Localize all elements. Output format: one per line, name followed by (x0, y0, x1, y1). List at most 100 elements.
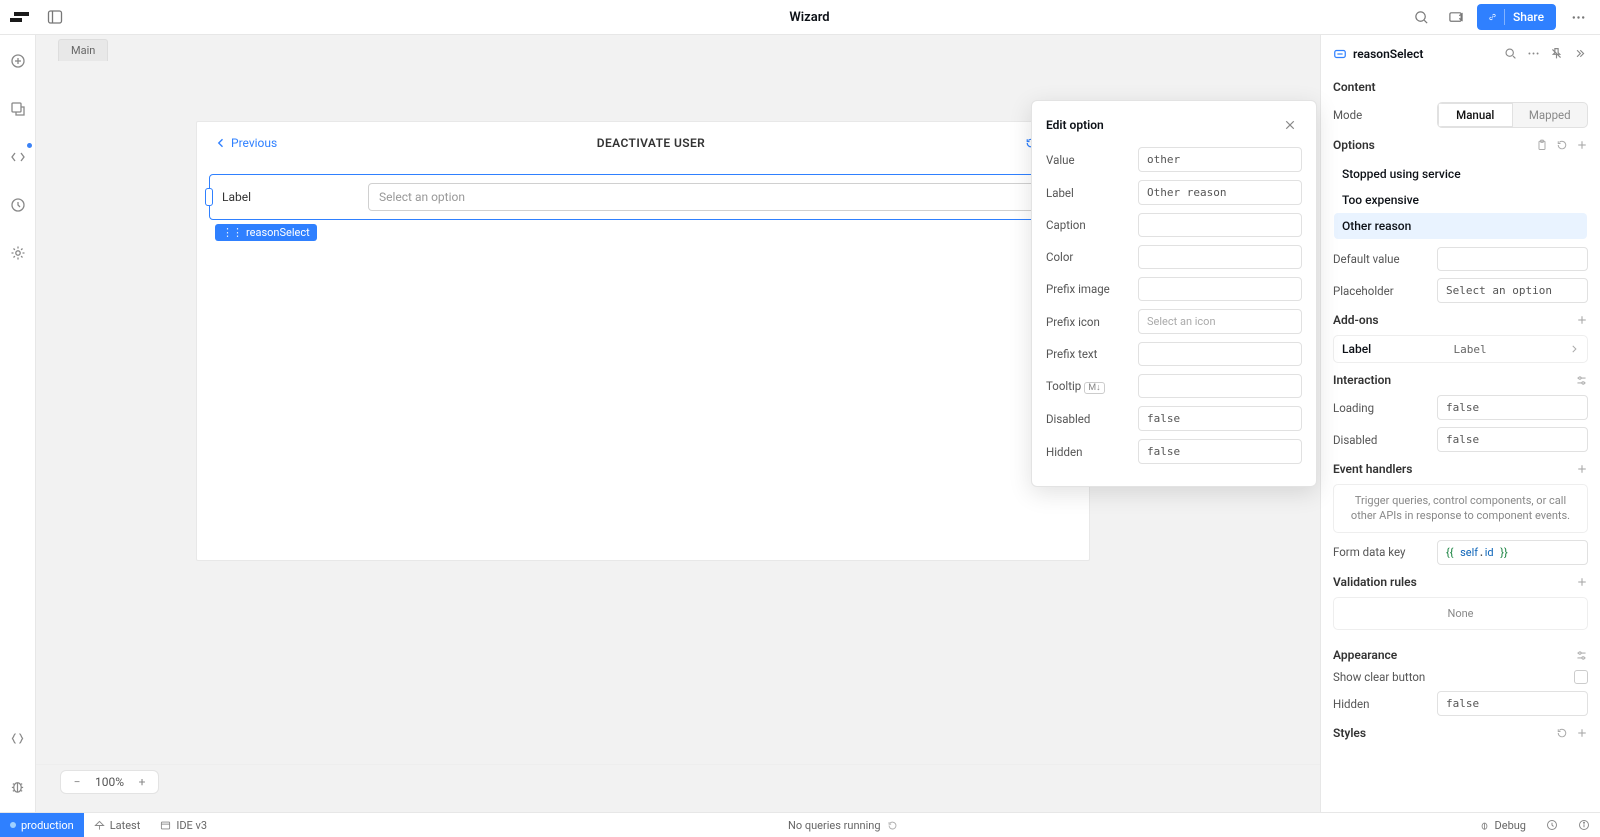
inspector-search-icon[interactable] (1502, 45, 1519, 62)
addon-label-row[interactable]: Label Label (1333, 335, 1588, 363)
status-clock-icon[interactable] (1536, 813, 1568, 837)
ide-version[interactable]: IDE v3 (150, 813, 217, 837)
add-handler-icon[interactable] (1576, 463, 1588, 475)
settings-icon[interactable] (6, 241, 30, 265)
mode-segmented: Manual Mapped (1437, 102, 1588, 128)
options-list: Stopped using service Too expensive Othe… (1333, 160, 1588, 240)
placeholder-input[interactable]: Select an option (1437, 278, 1588, 303)
interaction-disabled-label: Disabled (1333, 433, 1429, 447)
addon-value: Label (1454, 343, 1487, 356)
option-item-0[interactable]: Stopped using service (1334, 161, 1587, 187)
event-handlers-hint: Trigger queries, control components, or … (1333, 484, 1588, 533)
prefix-icon-input[interactable]: Select an icon (1138, 309, 1302, 334)
code-icon[interactable] (6, 145, 30, 169)
appearance-section-title: Appearance (1333, 648, 1588, 662)
form-data-key-label: Form data key (1333, 545, 1429, 559)
appearance-settings-icon[interactable] (1575, 649, 1588, 662)
close-icon[interactable] (1278, 113, 1302, 137)
selected-component[interactable]: Label Select an option (209, 174, 1077, 220)
markdown-chip: M↓ (1084, 382, 1104, 394)
status-info-icon[interactable] (1568, 813, 1600, 837)
env-label: production (21, 819, 74, 832)
add-addon-icon[interactable] (1576, 314, 1588, 326)
search-icon[interactable] (1409, 5, 1433, 29)
caption-input[interactable] (1138, 213, 1302, 237)
disabled-field-label: Disabled (1046, 412, 1138, 426)
tabstrip: Main (36, 35, 1320, 61)
hidden-input[interactable]: false (1138, 439, 1302, 464)
interaction-disabled-input[interactable]: false (1437, 427, 1588, 452)
toggle-left-panel-icon[interactable] (43, 5, 67, 29)
debug-icon[interactable] (6, 774, 30, 798)
popover-title: Edit option (1046, 118, 1104, 132)
previous-button[interactable]: Previous (215, 136, 277, 150)
component-badge[interactable]: ⋮⋮ reasonSelect (215, 224, 317, 241)
select-label: Label (218, 190, 368, 204)
add-component-icon[interactable] (6, 49, 30, 73)
loading-input[interactable]: false (1437, 395, 1588, 420)
option-item-2[interactable]: Other reason (1334, 213, 1587, 239)
label-field-label: Label (1046, 186, 1138, 200)
component-tree-icon[interactable] (6, 97, 30, 121)
app-logo[interactable] (10, 12, 29, 22)
prefix-text-input[interactable] (1138, 342, 1302, 366)
env-pill[interactable]: production (0, 813, 84, 837)
show-clear-checkbox[interactable] (1574, 670, 1588, 684)
zoom-control: − 100% + (60, 770, 159, 794)
options-section-title: Options (1333, 138, 1588, 152)
add-style-icon[interactable] (1576, 727, 1588, 739)
reset-styles-icon[interactable] (1556, 727, 1568, 739)
reset-options-icon[interactable] (1556, 139, 1568, 151)
history-icon[interactable] (6, 193, 30, 217)
prefix-image-input[interactable] (1138, 277, 1302, 301)
left-toolbar (0, 35, 36, 812)
tooltip-input[interactable] (1138, 374, 1302, 398)
interaction-settings-icon[interactable] (1575, 374, 1588, 387)
more-menu-icon[interactable] (1566, 5, 1590, 29)
mode-manual[interactable]: Manual (1438, 103, 1513, 127)
present-icon[interactable] (1443, 5, 1467, 29)
prefix-icon-field-label: Prefix icon (1046, 315, 1138, 329)
tooltip-field-label: TooltipM↓ (1046, 379, 1138, 393)
tab-main[interactable]: Main (58, 39, 108, 61)
add-validation-icon[interactable] (1576, 576, 1588, 588)
grip-icon: ⋮⋮ (222, 226, 242, 239)
paste-icon[interactable] (1536, 139, 1548, 151)
state-icon[interactable] (6, 726, 30, 750)
color-input[interactable] (1138, 245, 1302, 269)
disabled-input[interactable]: false (1138, 406, 1302, 431)
component-badge-label: reasonSelect (246, 226, 310, 239)
addons-section-title: Add-ons (1333, 313, 1588, 327)
default-value-input[interactable] (1437, 247, 1588, 271)
topbar: Wizard Share (0, 0, 1600, 35)
share-button[interactable]: Share (1477, 4, 1556, 30)
component-name[interactable]: reasonSelect (1353, 47, 1496, 61)
frame-title: DEACTIVATE USER (597, 136, 705, 150)
option-item-1[interactable]: Too expensive (1334, 187, 1587, 213)
default-value-label: Default value (1333, 252, 1429, 266)
inspector-more-icon[interactable] (1525, 45, 1542, 62)
collapse-panel-icon[interactable] (1571, 45, 1588, 62)
interaction-section-title: Interaction (1333, 373, 1588, 387)
label-input[interactable]: Other reason (1138, 180, 1302, 205)
unpin-icon[interactable] (1548, 45, 1565, 62)
select-placeholder: Select an option (379, 190, 465, 204)
form-data-key-input[interactable]: {{ self.id }} (1437, 540, 1588, 565)
add-option-icon[interactable] (1576, 139, 1588, 151)
canvas[interactable]: Main Previous DEACTIVATE USER Reset Labe… (36, 35, 1320, 812)
query-status: No queries running (217, 819, 1468, 832)
content-section-title: Content (1333, 80, 1588, 94)
zoom-out-button[interactable]: − (69, 775, 85, 789)
version-tag[interactable]: Latest (84, 813, 151, 837)
color-field-label: Color (1046, 250, 1138, 264)
appearance-hidden-input[interactable]: false (1437, 691, 1588, 716)
value-input[interactable]: other (1138, 147, 1302, 172)
edit-option-popover: Edit option Valueother LabelOther reason… (1031, 100, 1317, 487)
chevron-right-icon (1569, 344, 1579, 354)
hidden-field-label: Hidden (1046, 445, 1138, 459)
select-input[interactable]: Select an option (368, 183, 1068, 211)
mode-mapped[interactable]: Mapped (1513, 103, 1588, 127)
debug-button[interactable]: Debug (1469, 813, 1536, 837)
zoom-in-button[interactable]: + (134, 775, 150, 789)
refresh-icon[interactable] (887, 820, 898, 831)
